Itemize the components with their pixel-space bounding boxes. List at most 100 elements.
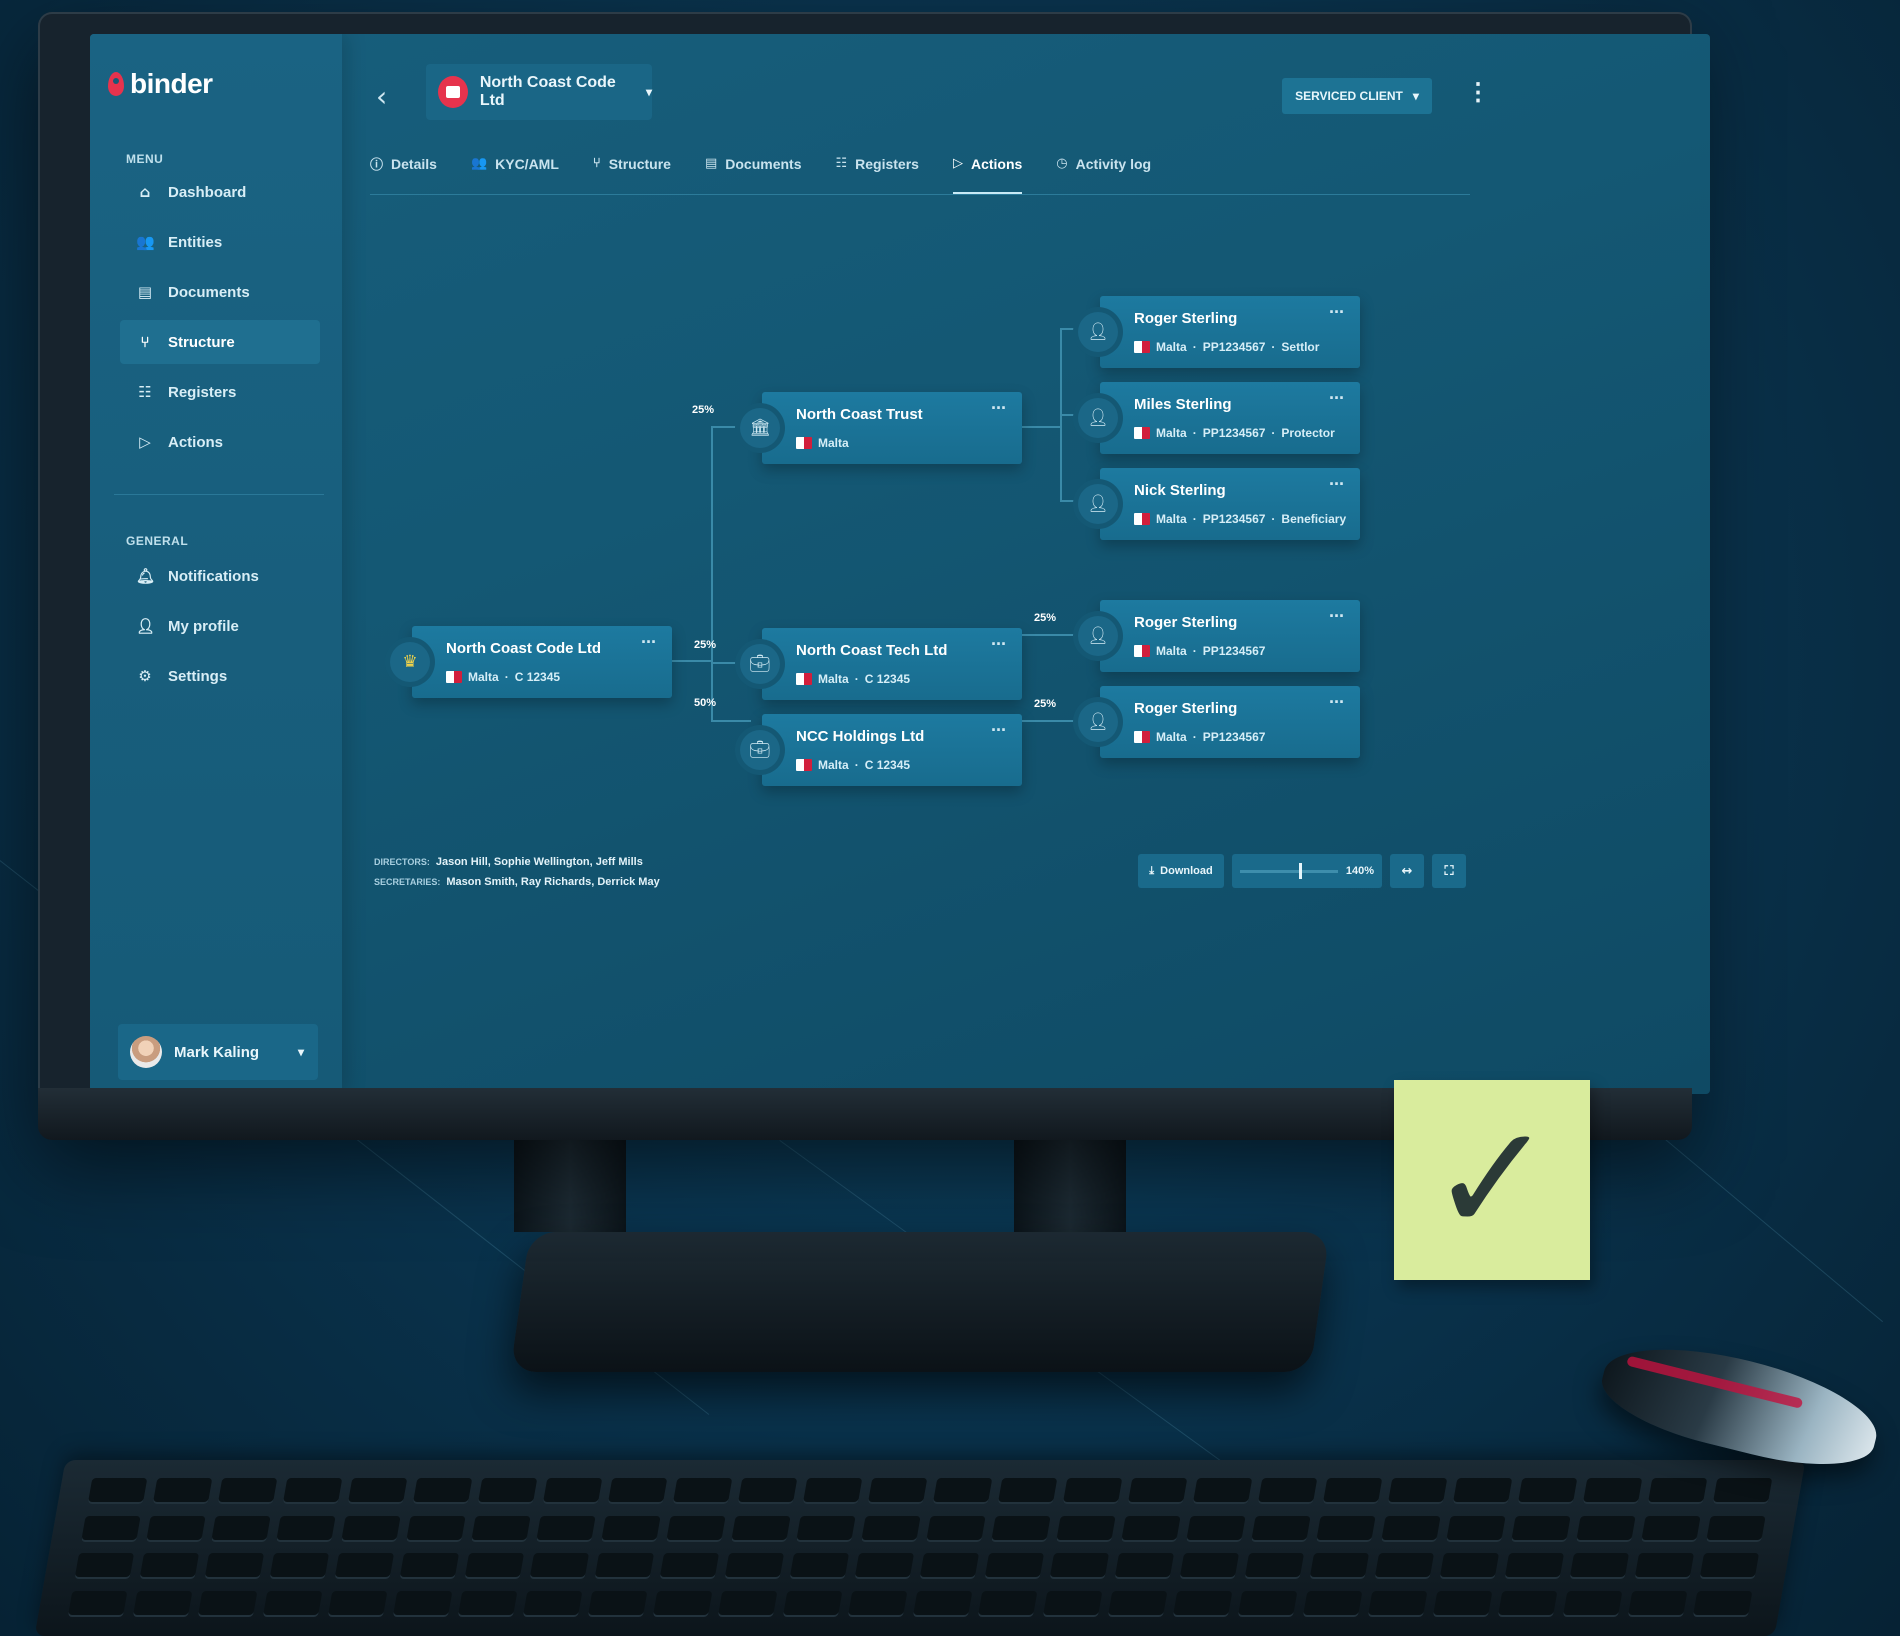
- separator: ·: [504, 670, 509, 684]
- keyboard-key: [1192, 1478, 1253, 1504]
- tab-kyc-aml[interactable]: 👥 KYC/AML: [471, 154, 559, 195]
- sidebar-item-label: Notifications: [168, 567, 259, 585]
- keyboard-key: [1257, 1478, 1318, 1504]
- keyboard-key: [737, 1478, 798, 1504]
- structure-node-person[interactable]: 👤︎ Nick Sterling Malta · PP1234567 · Ben…: [1078, 468, 1360, 540]
- more-options-icon[interactable]: ···: [1329, 388, 1345, 409]
- keyboard-key: [406, 1515, 466, 1542]
- structure-node-person[interactable]: 👤︎ Miles Sterling Malta · PP1234567 · Pr…: [1078, 382, 1360, 454]
- node-meta: Malta · PP1234567 · Settlor: [1134, 340, 1319, 354]
- zoom-slider-handle[interactable]: [1298, 862, 1302, 879]
- sidebar-item-settings[interactable]: ⚙ Settings: [120, 654, 320, 698]
- keyboard-key: [594, 1553, 655, 1579]
- structure-node-root[interactable]: ♛ North Coast Code Ltd Malta · C 12345 ·…: [390, 626, 672, 698]
- keyboard-key: [269, 1553, 330, 1579]
- more-options-icon[interactable]: ···: [1329, 606, 1345, 627]
- sidebar-item-structure[interactable]: ⑂ Structure: [120, 320, 320, 364]
- home-icon: ⌂: [139, 183, 151, 201]
- tab-label: Activity log: [1075, 155, 1152, 172]
- node-name: Miles Sterling: [1134, 396, 1232, 413]
- briefcase-icon: 💼︎: [740, 644, 780, 684]
- logo[interactable]: binder: [108, 68, 213, 100]
- separator: ·: [1271, 512, 1276, 526]
- keyboard-key: [1452, 1478, 1513, 1504]
- sidebar-item-dashboard[interactable]: ⌂ Dashboard: [120, 170, 320, 214]
- keyboard-key: [1302, 1590, 1363, 1617]
- download-button[interactable]: ⤓ Download: [1138, 854, 1224, 888]
- more-options-icon[interactable]: ···: [1329, 302, 1345, 323]
- more-options-icon[interactable]: ···: [1329, 692, 1345, 713]
- node-name: NCC Holdings Ltd: [796, 728, 925, 745]
- tab-activity-log[interactable]: ◷ Activity log: [1056, 154, 1151, 195]
- sidebar-item-documents[interactable]: ▤ Documents: [120, 270, 320, 314]
- node-meta: Malta · PP1234567 · Protector: [1134, 426, 1335, 440]
- keyboard-key: [672, 1478, 733, 1504]
- connector-line: [711, 720, 751, 722]
- sidebar-item-notifications[interactable]: 🔔︎ Notifications: [120, 554, 320, 598]
- sidebar-item-label: Settings: [168, 667, 228, 685]
- status-dropdown[interactable]: SERVICED CLIENT ▾: [1282, 78, 1432, 114]
- keyboard-key: [327, 1590, 388, 1617]
- structure-node-holdings[interactable]: 💼︎ NCC Holdings Ltd Malta · C 12345 ···: [740, 714, 1022, 786]
- separator: ·: [1192, 340, 1197, 354]
- connector-line: [1022, 426, 1062, 428]
- more-options-icon[interactable]: ···: [991, 634, 1007, 655]
- keyboard-key: [1576, 1515, 1636, 1542]
- document-icon: ▤: [137, 283, 153, 301]
- keyboard-key: [991, 1515, 1051, 1542]
- entity-selector[interactable]: North Coast Code Ltd ▾: [426, 64, 652, 120]
- tab-actions[interactable]: ▷ Actions: [952, 154, 1023, 195]
- keyboard-key: [1237, 1590, 1298, 1617]
- structure-node-person[interactable]: 👤︎ Roger Sterling Malta · PP1234567 · Se…: [1078, 296, 1360, 368]
- node-role: Beneficiary: [1281, 512, 1347, 526]
- fit-width-icon[interactable]: ↔: [1390, 854, 1424, 888]
- checkmark-icon: ✓: [1429, 1093, 1555, 1267]
- node-meta: Malta · PP1234567 · Beneficiary: [1134, 512, 1346, 526]
- keyboard-key: [217, 1478, 278, 1504]
- structure-node-person[interactable]: 👤︎ Roger Sterling Malta · PP1234567 ···: [1078, 600, 1360, 672]
- more-options-icon[interactable]: ···: [1329, 474, 1345, 495]
- keyboard-key: [717, 1590, 778, 1617]
- keyboard-key: [542, 1478, 603, 1504]
- sidebar-item-label: Structure: [168, 333, 235, 351]
- registers-icon: ☷: [835, 156, 848, 171]
- monitor: binder MENU ⌂ Dashboard 👥 Entities ▤ Doc…: [38, 12, 1710, 1136]
- fullscreen-icon[interactable]: ⛶: [1432, 854, 1466, 888]
- tab-details[interactable]: ⓘ Details: [370, 154, 437, 195]
- entity-badge-icon: [438, 76, 468, 108]
- map-pin-icon: [108, 72, 124, 96]
- more-options-icon[interactable]: ···: [991, 720, 1007, 741]
- user-menu[interactable]: Mark Kaling ▾: [118, 1024, 318, 1080]
- sidebar-item-registers[interactable]: ☷ Registers: [120, 370, 320, 414]
- tab-documents[interactable]: ▤ Documents: [705, 154, 802, 195]
- sidebar-item-label: Actions: [168, 433, 224, 451]
- zoom-slider[interactable]: [1240, 862, 1338, 879]
- sidebar-item-my-profile[interactable]: 👤︎ My profile: [120, 604, 320, 648]
- keyboard-key: [1127, 1478, 1188, 1504]
- keyboard-key: [1381, 1515, 1441, 1542]
- tab-registers[interactable]: ☷ Registers: [835, 154, 918, 195]
- keyboard-key: [1172, 1590, 1233, 1617]
- tab-label: Actions: [970, 155, 1023, 172]
- more-options-icon[interactable]: ⋮: [1466, 78, 1490, 107]
- document-icon: ▤: [704, 156, 718, 171]
- keyboard-key: [607, 1478, 668, 1504]
- back-chevron-icon[interactable]: ‹: [376, 80, 387, 113]
- more-options-icon[interactable]: ···: [641, 632, 657, 653]
- tab-structure[interactable]: ⑂ Structure: [593, 154, 671, 195]
- keyboard-key: [1062, 1478, 1123, 1504]
- node-meta: Malta · PP1234567: [1134, 644, 1265, 658]
- keyboard-key: [666, 1515, 726, 1542]
- structure-node-person[interactable]: 👤︎ Roger Sterling Malta · PP1234567 ···: [1078, 686, 1360, 758]
- keyboard-key: [659, 1553, 720, 1579]
- node-reg: C 12345: [864, 758, 911, 772]
- connector-line: [711, 426, 713, 722]
- node-name: North Coast Trust: [796, 406, 923, 423]
- connector-line: [672, 660, 712, 662]
- structure-node-trust[interactable]: 🏛︎ North Coast Trust Malta ···: [740, 392, 1022, 464]
- keyboard-key: [87, 1478, 148, 1504]
- structure-node-tech[interactable]: 💼︎ North Coast Tech Ltd Malta · C 12345 …: [740, 628, 1022, 700]
- more-options-icon[interactable]: ···: [991, 398, 1007, 419]
- sidebar-item-actions[interactable]: ▷ Actions: [120, 420, 320, 464]
- sidebar-item-entities[interactable]: 👥 Entities: [120, 220, 320, 264]
